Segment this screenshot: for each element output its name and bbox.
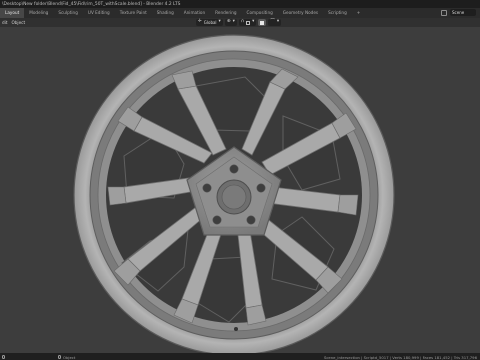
tab-layout[interactable]: Layout [0,8,25,18]
chevron-down-icon: ▾ [276,19,280,25]
chevron-down-icon: ▾ [252,19,255,25]
pivot-dropdown[interactable]: ⊕ ▾ [224,19,237,26]
orientation-label: Global [203,20,217,25]
proportional-edit-toggle[interactable] [258,19,267,26]
scene-controls: Scene [441,9,476,16]
scene-label: Scene [452,10,465,15]
window-title: \Desktop\New folder\Blend\Fid_45\Fid\rim… [2,1,181,7]
lug-hole [229,164,239,174]
scene-statistics: Scene_intersection | Scriptd_5017 | Vert… [323,354,477,360]
tab-sculpting[interactable]: Sculpting [53,8,83,18]
status-mode: Object [63,354,76,360]
snap-icon: ∩ [240,19,245,25]
lug-hole [256,183,266,193]
lug-hole [212,215,222,225]
tab-geometry-nodes[interactable]: Geometry Nodes [278,8,323,18]
tab-scripting[interactable]: Scripting [323,8,352,18]
orientation-dropdown[interactable]: ✛ Global ▾ [196,19,223,26]
status-left [2,354,5,359]
tab-texture-paint[interactable]: Texture Paint [115,8,152,18]
snap-target-icon [246,20,251,25]
add-workspace-button[interactable]: + [352,8,366,18]
falloff-icon: ⌒ [270,19,275,25]
lug-hole [246,215,256,225]
tab-rendering[interactable]: Rendering [210,8,241,18]
menu-object[interactable]: Object [11,20,25,25]
status-bar: Object Scene_intersection | Scriptd_5017… [0,353,480,360]
chevron-down-icon: ▾ [232,19,235,25]
snap-toggle[interactable]: ∩ ▾ [238,19,257,26]
workspace-bar: Layout Modeling Sculpting UV Editing Tex… [0,8,480,18]
menu-edit[interactable]: dit [2,20,7,25]
center-cap [221,184,247,210]
tab-animation[interactable]: Animation [179,8,210,18]
lug-hole [202,183,212,193]
proportional-icon [260,20,265,25]
tab-compositing[interactable]: Compositing [242,8,278,18]
status-mid: Object [58,355,75,360]
3d-viewport[interactable] [0,27,480,353]
scene-selector[interactable]: Scene [450,9,476,16]
orientation-icon: ✛ [198,19,202,25]
tab-uv-editing[interactable]: UV Editing [83,8,115,18]
transform-tools: ✛ Global ▾ ⊕ ▾ ∩ ▾ ⌒ ▾ [196,19,282,26]
title-bar: \Desktop\New folder\Blend\Fid_45\Fid\rim… [0,0,480,8]
chevron-down-icon: ▾ [218,19,221,25]
valve-hole [234,327,238,331]
mouse-pan-icon [58,355,61,359]
overlay-dropdown[interactable]: ⌒ ▾ [268,19,282,26]
wheel-render [73,34,395,353]
mouse-select-icon [2,354,5,359]
scene-icon[interactable] [441,9,447,16]
tab-shading[interactable]: Shading [152,8,179,18]
pivot-icon: ⊕ [226,19,231,25]
tab-modeling[interactable]: Modeling [24,8,53,18]
